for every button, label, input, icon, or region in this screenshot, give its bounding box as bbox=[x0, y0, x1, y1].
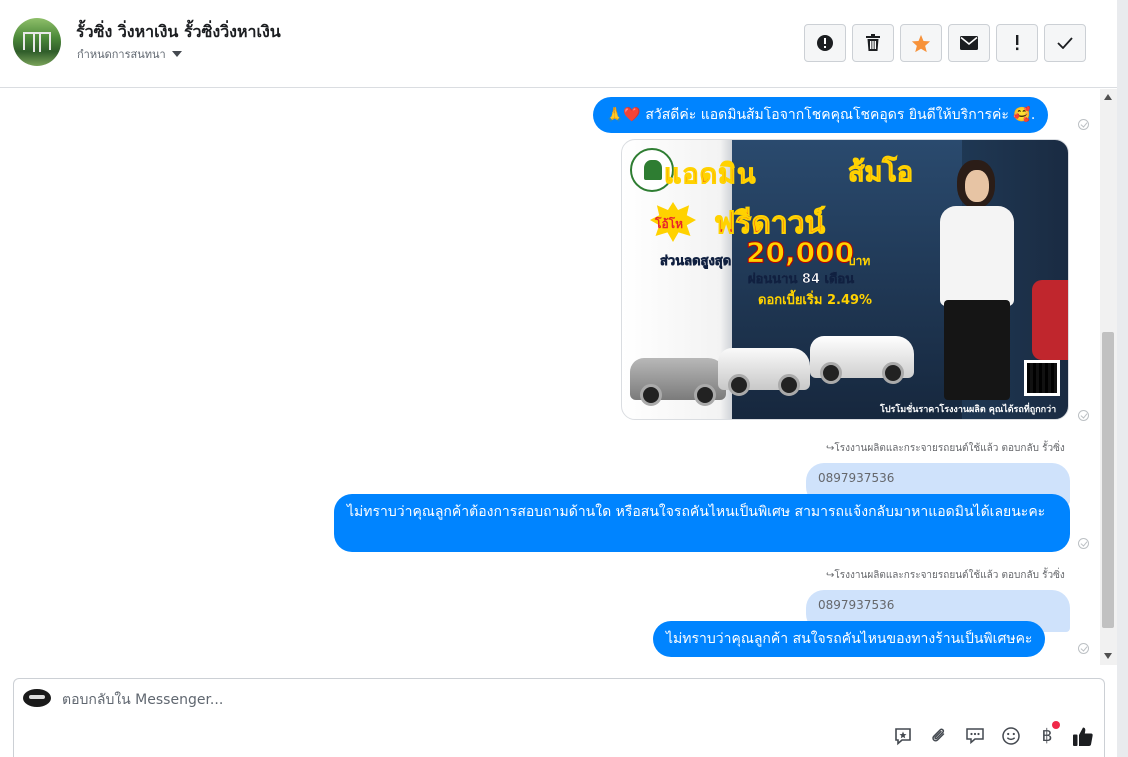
like-button[interactable] bbox=[1072, 725, 1094, 747]
message-thread[interactable]: 🙏❤️ สวัสดีค่ะ แอดมินส้มโอจากโชคคุณโชคอุด… bbox=[0, 89, 1100, 665]
seen-indicator-icon bbox=[1078, 643, 1089, 654]
promo-installment: ผ่อนนาน 84 เดือน bbox=[748, 272, 855, 288]
star-button[interactable] bbox=[900, 24, 942, 62]
reply-message[interactable]: ไม่ทราบว่าคุณลูกค้าต้องการสอบถามด้านใด ห… bbox=[334, 494, 1070, 552]
delete-button[interactable] bbox=[852, 24, 894, 62]
exclamation-icon bbox=[1016, 35, 1019, 51]
envelope-icon bbox=[960, 36, 978, 50]
greeting-message[interactable]: 🙏❤️ สวัสดีค่ะ แอดมินส้มโอจากโชคคุณโชคอุด… bbox=[593, 97, 1049, 133]
attachment-icon bbox=[932, 728, 945, 742]
replied-to-label: ↪โรงงานผลิตและกระจายรถยนต์ใช้แล้ว ตอบกลั… bbox=[826, 443, 1065, 454]
assign-label: กำหนดการสนทนา bbox=[77, 48, 166, 61]
chat-bubbles-icon bbox=[966, 728, 984, 745]
replied-to-label: ↪โรงงานผลิตและกระจายรถยนต์ใช้แล้ว ตอบกลั… bbox=[826, 570, 1065, 581]
page-title[interactable]: รั้วซิ่ง วิ่งหาเงิน รั้วซิ่งวิ่งหาเงิน bbox=[76, 20, 281, 45]
conversation-header: รั้วซิ่ง วิ่งหาเงิน รั้วซิ่งวิ่งหาเงิน ก… bbox=[0, 0, 1117, 88]
emoji-icon bbox=[1002, 727, 1020, 745]
mark-done-button[interactable] bbox=[1044, 24, 1086, 62]
thumbs-up-icon bbox=[1073, 727, 1093, 746]
important-button[interactable] bbox=[996, 24, 1038, 62]
promo-headline-1: แอดมิน bbox=[663, 159, 757, 191]
promo-car-seat bbox=[1032, 280, 1068, 360]
saved-reply-button[interactable] bbox=[892, 725, 914, 747]
saved-reply-icon bbox=[895, 728, 911, 746]
promo-image[interactable]: แอดมิน ส้มโอ โอ้โห ฟรีดาวน์ ส่วนลดสูงสุด… bbox=[621, 139, 1069, 420]
scrollbar-thumb[interactable] bbox=[1102, 332, 1114, 628]
promo-burst-text: โอ้โห bbox=[655, 217, 684, 231]
page-avatar[interactable] bbox=[13, 18, 61, 66]
promo-discount-amount: 20,000 bbox=[745, 236, 855, 270]
qr-code-icon bbox=[1024, 360, 1060, 396]
seen-indicator-icon bbox=[1078, 410, 1089, 421]
sender-avatar bbox=[23, 689, 51, 707]
scroll-down-arrow-icon[interactable] bbox=[1104, 653, 1112, 659]
mark-unread-button[interactable] bbox=[948, 24, 990, 62]
promo-car-sedan bbox=[630, 358, 726, 406]
payment-button[interactable]: ฿ bbox=[1036, 721, 1060, 747]
trash-icon bbox=[866, 34, 880, 51]
reply-message[interactable]: ไม่ทราบว่าคุณลูกค้า สนใจรถคันไหนของทางร้… bbox=[653, 621, 1046, 657]
promo-discount-label: ส่วนลดสูงสุด bbox=[660, 254, 732, 270]
report-button[interactable] bbox=[804, 24, 846, 62]
composer-tools: ฿ bbox=[892, 721, 1094, 747]
assign-conversation-dropdown[interactable]: กำหนดการสนทนา bbox=[77, 45, 182, 63]
caret-down-icon bbox=[171, 51, 182, 57]
promo-car-pickup-rack bbox=[810, 336, 914, 384]
attachment-button[interactable] bbox=[928, 725, 950, 747]
conversation-toolbar bbox=[804, 24, 1086, 62]
promo-footer: โปรโมชั่นราคาโรงงานผลิต คุณได้รถที่ถูกกว… bbox=[880, 405, 1057, 415]
promo-interest: ดอกเบี้ยเริ่ม 2.49% bbox=[758, 293, 873, 308]
seen-indicator-icon bbox=[1078, 538, 1089, 549]
emoji-button[interactable] bbox=[1000, 725, 1022, 747]
reply-input[interactable] bbox=[62, 689, 962, 711]
promo-headline-2: ส้มโอ bbox=[848, 157, 914, 189]
scroll-up-arrow-icon[interactable] bbox=[1104, 94, 1112, 100]
checkmark-icon bbox=[1057, 37, 1073, 49]
alert-circle-icon bbox=[817, 35, 833, 51]
promo-car-pickup bbox=[718, 348, 810, 396]
chat-bubbles-button[interactable] bbox=[964, 725, 986, 747]
message-composer: ฿ bbox=[13, 678, 1105, 757]
baht-payment-icon: ฿ bbox=[1041, 726, 1053, 746]
notification-dot bbox=[1052, 721, 1060, 729]
star-icon bbox=[911, 34, 931, 52]
promo-model-figure bbox=[922, 160, 1032, 419]
window-edge bbox=[1117, 0, 1128, 757]
seen-indicator-icon bbox=[1078, 119, 1089, 130]
